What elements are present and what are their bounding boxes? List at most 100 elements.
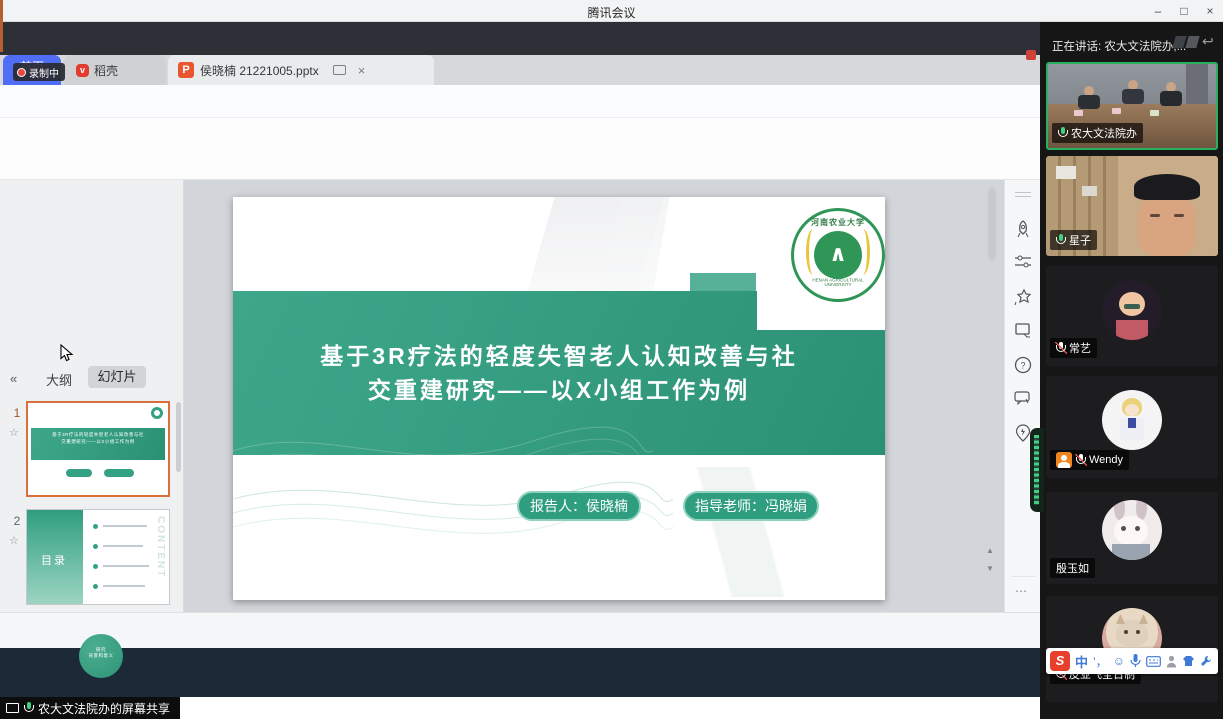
avatar-ribbon: [1128, 418, 1136, 428]
canvas-scrollbar[interactable]: [988, 188, 996, 260]
tab-outline[interactable]: 大纲: [46, 370, 72, 389]
ppt-file-icon: P: [178, 62, 194, 78]
participant-label: 星子: [1050, 230, 1097, 250]
logo-wheat-right: [856, 229, 870, 275]
present-display-icon[interactable]: [1014, 322, 1032, 338]
shelf-box: [1056, 166, 1076, 179]
minimize-button[interactable]: –: [1146, 3, 1170, 20]
document-title: 侯晓楠 21221005.pptx: [200, 62, 319, 79]
emoji-icon[interactable]: ☺: [1113, 654, 1125, 668]
avatar-body: [1116, 320, 1148, 340]
table-item: [1150, 110, 1159, 116]
close-button[interactable]: ×: [1198, 3, 1222, 20]
participant-label: 常艺: [1050, 338, 1097, 358]
text-bar: [103, 585, 145, 587]
participant-tile[interactable]: 星子: [1046, 156, 1218, 256]
collapse-panel-icon[interactable]: «: [10, 371, 17, 386]
docer-logo-icon: v: [76, 64, 89, 77]
tab-slides[interactable]: 幻灯片: [88, 366, 146, 388]
avatar: [1102, 390, 1162, 450]
screen-share-icon: [333, 65, 346, 75]
shelf-box: [1082, 186, 1097, 196]
slide-title-line2: 交重建研究——以X小组工作为例: [233, 371, 885, 405]
wps-tabbar: 首页 v 稻壳 P 侯晓楠 21221005.pptx × + 1 访客登录 –…: [0, 55, 1040, 85]
person-body: [1078, 95, 1100, 109]
drag-grip[interactable]: [1015, 192, 1031, 197]
skin-icon[interactable]: [1182, 655, 1195, 667]
recording-badge: 录制中: [13, 63, 65, 81]
eye: [1124, 630, 1128, 634]
audio-level-bars: [1034, 435, 1039, 505]
meeting-audio-level-tab[interactable]: [1030, 428, 1044, 512]
slide-number: 1: [10, 406, 24, 420]
slide-thumbnail-1[interactable]: 基于3R疗法的轻度失智老人认知改善与社 交重建研究——以X小组工作为例: [26, 401, 170, 497]
effects-star-icon[interactable]: [1014, 288, 1032, 306]
mic-muted-icon: [1076, 454, 1085, 466]
more-tools-icon[interactable]: ⋯: [1015, 584, 1028, 598]
participant-tile[interactable]: 常艺: [1046, 266, 1218, 366]
tab-document[interactable]: P 侯晓楠 21221005.pptx ×: [168, 55, 434, 85]
close-tab-icon[interactable]: ×: [358, 63, 366, 78]
ime-mode-icon[interactable]: 中: [1075, 652, 1088, 671]
screen-share-banner: 农大文法院办的屏幕共享: [0, 697, 180, 719]
rabbit-vest: [1112, 544, 1150, 560]
thumb-pill: [66, 469, 92, 477]
logo-emblem: ∧: [814, 231, 862, 279]
soft-keyboard-icon[interactable]: [1146, 656, 1161, 667]
divider: [1011, 576, 1035, 577]
participant-label: Wendy: [1050, 450, 1129, 470]
toolbox-wrench-icon[interactable]: [1200, 655, 1212, 667]
eye: [1135, 526, 1140, 531]
participant-tile[interactable]: 农大文法院办: [1046, 62, 1218, 150]
restore-button[interactable]: □: [1172, 3, 1196, 20]
screen-icon: [6, 703, 19, 713]
participant-tile[interactable]: Wendy: [1046, 376, 1218, 478]
thumb-side-text: CONTENT: [155, 516, 166, 578]
bottom-strip: 农大文法院办的屏幕共享: [0, 697, 1040, 719]
slide-editor[interactable]: 河南农业大学 ∧ HENAN AGRICULTURAL UNIVERSITY 基…: [233, 197, 885, 600]
bullet-dot: [93, 584, 98, 589]
next-slide-button[interactable]: ▼: [986, 566, 994, 572]
animation-star-icon: ☆: [9, 426, 19, 439]
cap: [1134, 174, 1200, 200]
recording-dot-icon: [17, 68, 26, 77]
back-arrow-icon[interactable]: ↩: [1202, 33, 1214, 50]
participant-label: 殷玉如: [1050, 558, 1095, 578]
wps-top-strip: [0, 22, 1040, 55]
punctuation-icon[interactable]: ’，: [1093, 653, 1108, 670]
slide-panel: « 大纲 幻灯片 1 ☆ 基于3R疗法的轻度失智老人认知改善与社 交重建研究——…: [0, 180, 184, 612]
logo-en-text: HENAN AGRICULTURAL UNIVERSITY: [801, 279, 876, 288]
rabbit-face: [1114, 516, 1148, 546]
eye: [1121, 526, 1126, 531]
help-icon[interactable]: ?: [1014, 356, 1032, 374]
profile-icon[interactable]: [1166, 655, 1177, 668]
mouse-cursor: [60, 344, 74, 362]
wps-menubar: ☰ 文件 ⌄ ↶ ↷ ⌄ 开始 插入 设计 切换 动画 放映 审阅 视图 › 查…: [0, 85, 1040, 118]
mic-on-icon: [1058, 127, 1067, 139]
tab-docer[interactable]: v 稻壳: [64, 55, 166, 85]
voice-input-icon[interactable]: [1130, 654, 1141, 668]
prev-slide-button[interactable]: ▲: [986, 548, 994, 554]
rocket-icon[interactable]: [1014, 220, 1032, 238]
participant-tile[interactable]: 殷玉如: [1046, 492, 1218, 584]
mic-icon: [24, 702, 33, 714]
avatar-face: [1125, 404, 1139, 416]
table-item: [1112, 108, 1121, 114]
cat-ear: [1116, 614, 1125, 624]
settings-sliders-icon[interactable]: [1014, 254, 1032, 270]
slide-thumbnail-2[interactable]: 目录 CONTENT: [26, 509, 170, 605]
thumb-title-banner: 基于3R疗法的轻度失智老人认知改善与社 交重建研究——以X小组工作为例: [31, 428, 165, 460]
background-window-sliver: [0, 0, 3, 52]
cat-ear: [1139, 614, 1148, 624]
sogou-ime-bar[interactable]: S 中 ’， ☺: [1046, 648, 1218, 674]
feedback-icon[interactable]: [1014, 390, 1032, 406]
panel-scrollbar[interactable]: [176, 402, 181, 472]
svg-text:?: ?: [1021, 361, 1026, 371]
text-bar: [103, 565, 149, 567]
meeting-window-title: 腾讯会议: [0, 4, 1223, 21]
sogou-logo-icon[interactable]: S: [1050, 651, 1070, 671]
windows-taskbar: W ∧ 中 9:05 2022/5/15: [0, 648, 1040, 697]
text-bar: [103, 525, 147, 527]
eye: [1136, 630, 1140, 634]
layout-toggle-icon[interactable]: [1185, 36, 1199, 48]
